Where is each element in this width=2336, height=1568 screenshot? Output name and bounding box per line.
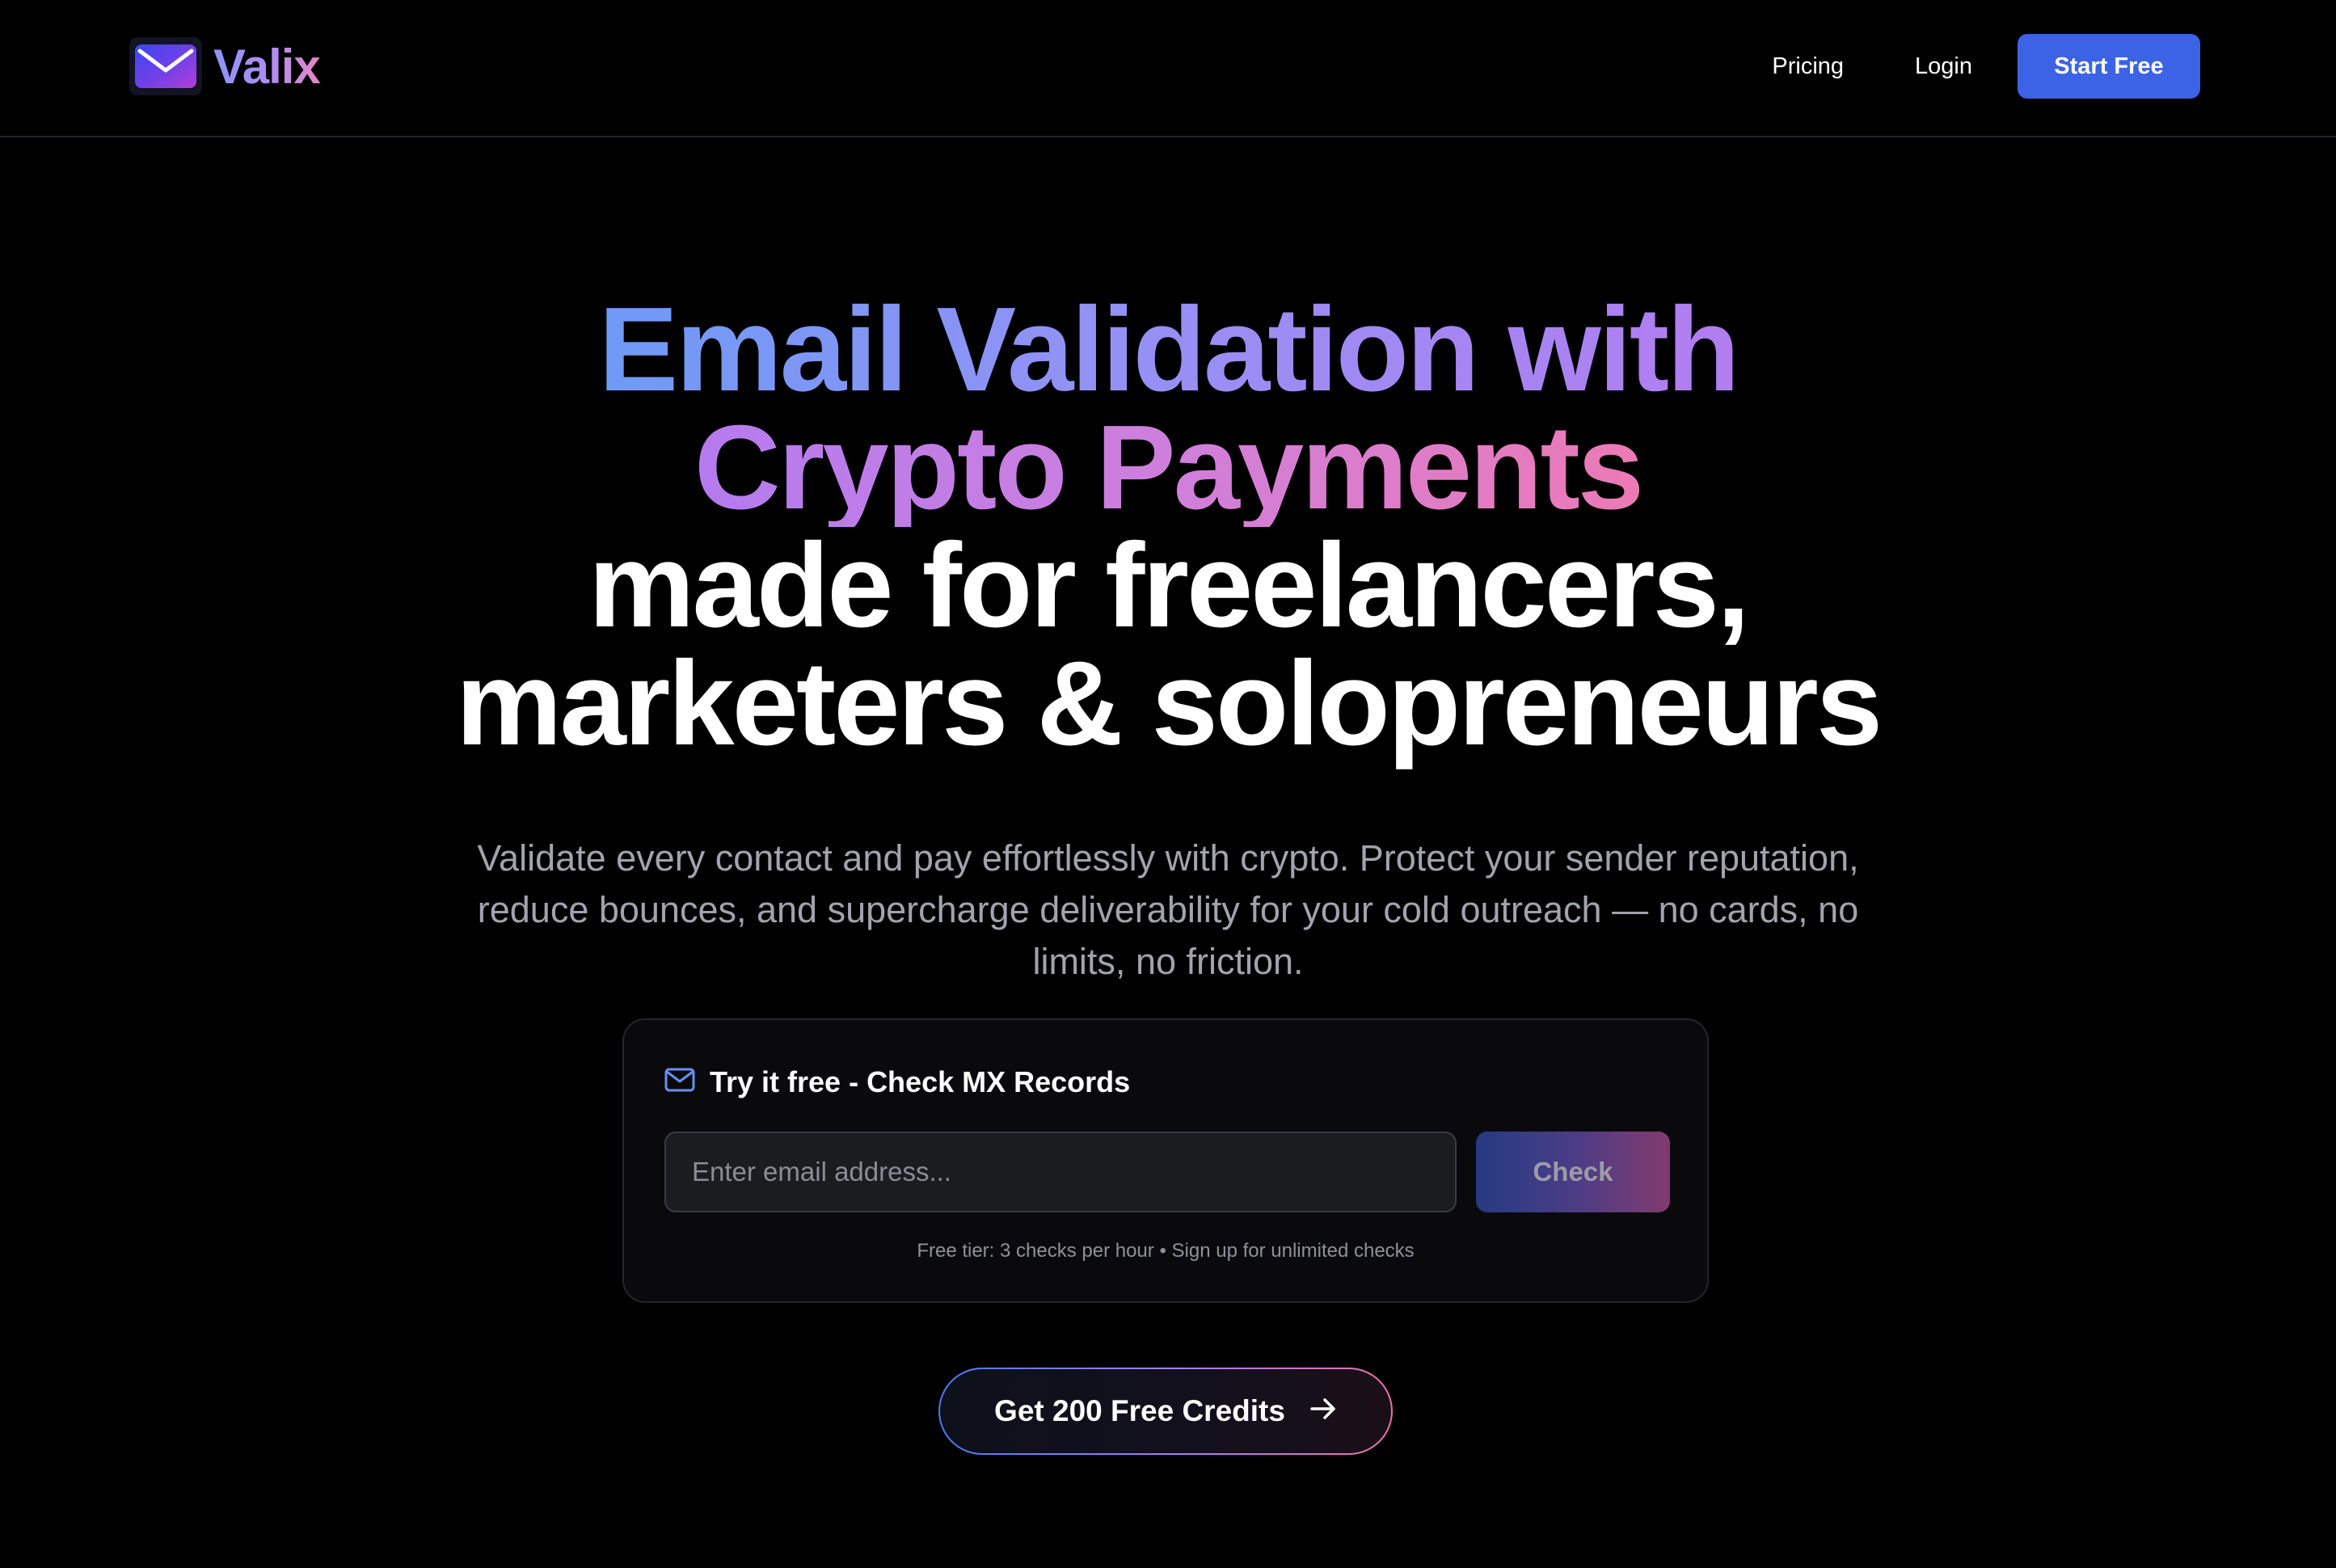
mx-check-card: Try it free - Check MX Records Check Fre… [622, 1018, 1709, 1303]
brand-logo-link[interactable]: Valix [129, 36, 321, 97]
brand-name: Valix [213, 39, 321, 94]
envelope-icon [129, 37, 202, 95]
arrow-right-icon [1309, 1394, 1337, 1428]
cta-label: Get 200 Free Credits [994, 1394, 1285, 1427]
hero-gradient-text-2: Crypto Payments [694, 401, 1644, 534]
hero-heading: Email Validation with Crypto Payments ma… [0, 283, 2336, 770]
hero-line-4: marketers & solopreneurs [455, 637, 1883, 770]
hero-line-2: Crypto Payments [0, 401, 2336, 534]
free-tier-note: Free tier: 3 checks per hour • Sign up f… [917, 1240, 1415, 1262]
nav-login-link[interactable]: Login [1915, 53, 1972, 80]
hero-subtitle: Validate every contact and pay effortles… [477, 837, 1859, 982]
card-title-text: Try it free - Check MX Records [710, 1065, 1131, 1098]
mail-icon [664, 1065, 695, 1099]
email-input[interactable] [664, 1132, 1457, 1212]
start-free-button[interactable]: Start Free [2018, 34, 2200, 99]
nav-links: Pricing Login Start Free [1772, 34, 2200, 99]
check-button[interactable]: Check [1476, 1132, 1670, 1212]
hero-line-3: made for freelancers, [588, 519, 1750, 652]
hero-gradient-text-1: Email Validation with [598, 283, 1739, 416]
get-free-credits-button[interactable]: Get 200 Free Credits [938, 1368, 1393, 1455]
card-title: Try it free - Check MX Records [664, 1065, 1130, 1099]
hero-line-1: Email Validation with [0, 283, 2336, 416]
top-navbar: Valix Pricing Login Start Free [0, 0, 2336, 137]
cta-inner: Get 200 Free Credits [940, 1369, 1391, 1453]
nav-pricing-link[interactable]: Pricing [1772, 53, 1844, 80]
